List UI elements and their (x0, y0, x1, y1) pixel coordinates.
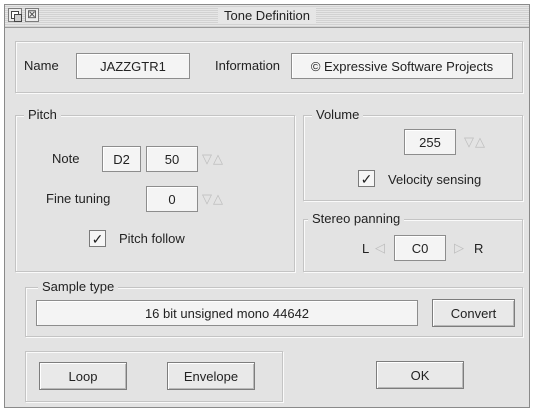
fine-tuning-label: Fine tuning (46, 191, 111, 206)
stereo-right-label: R (474, 241, 484, 256)
volume-group: Volume 255 ▽△ ✓ Velocity sensing (303, 107, 523, 201)
note-value-field[interactable]: 50 (146, 146, 198, 172)
volume-field[interactable]: 255 (404, 129, 456, 155)
pitch-follow-checkbox[interactable]: ✓ (89, 230, 106, 247)
volume-group-label: Volume (312, 107, 364, 122)
stereo-panning-group: Stereo panning L ◁ C0 ▷ R (303, 211, 523, 272)
name-field[interactable]: JAZZGTR1 (76, 53, 190, 79)
pitch-group: Pitch Note D2 50 ▽△ Fine tuning 0 ▽△ ✓ P… (15, 107, 295, 272)
information-label: Information (215, 58, 281, 73)
loop-button[interactable]: Loop (39, 362, 127, 390)
stereo-panning-group-label: Stereo panning (308, 211, 405, 226)
sample-type-group: Sample type 16 bit unsigned mono 44642 C… (25, 279, 523, 337)
ok-button[interactable]: OK (376, 361, 464, 389)
note-label: Note (52, 151, 80, 166)
envelope-button[interactable]: Envelope (167, 362, 255, 390)
pitch-follow-label: Pitch follow (119, 231, 185, 246)
name-info-group: Name JAZZGTR1 Information © Expressive S… (15, 41, 523, 93)
title-bar[interactable]: ⊠ Tone Definition (5, 5, 529, 28)
velocity-sensing-checkbox[interactable]: ✓ (358, 170, 375, 187)
window-title: Tone Definition (5, 8, 529, 23)
pitch-group-label: Pitch (24, 107, 61, 122)
information-field[interactable]: © Expressive Software Projects (291, 53, 513, 79)
tone-definition-window: ⊠ Tone Definition Name JAZZGTR1 Informat… (4, 4, 530, 408)
convert-button[interactable]: Convert (432, 299, 515, 327)
pan-right-arrow-icon[interactable]: ▷ (454, 240, 465, 256)
note-name-field: D2 (102, 146, 141, 172)
name-label: Name (24, 58, 59, 73)
note-stepper-arrows-icon[interactable]: ▽△ (202, 151, 224, 167)
velocity-sensing-label: Velocity sensing (388, 172, 482, 187)
sample-type-field: 16 bit unsigned mono 44642 (36, 300, 418, 326)
volume-stepper-arrows-icon[interactable]: ▽△ (464, 134, 486, 150)
fine-tuning-stepper-arrows-icon[interactable]: ▽△ (202, 191, 224, 207)
fine-tuning-field[interactable]: 0 (146, 186, 198, 212)
sample-type-group-label: Sample type (38, 279, 119, 294)
loop-envelope-group: Loop Envelope (25, 351, 283, 402)
pan-left-arrow-icon[interactable]: ◁ (375, 240, 386, 256)
stereo-left-label: L (362, 241, 370, 256)
stereo-panning-field[interactable]: C0 (394, 235, 446, 261)
